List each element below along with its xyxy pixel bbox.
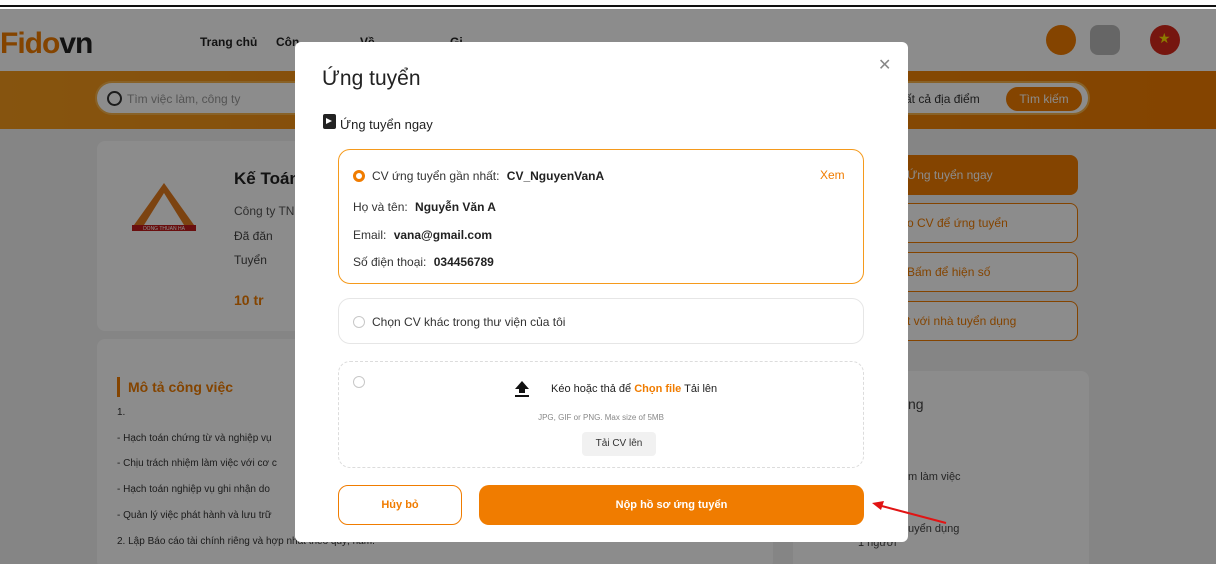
submit-application-button[interactable]: Nộp hồ sơ ứng tuyển xyxy=(479,485,864,525)
upload-note: JPG, GIF or PNG. Max size of 5MB xyxy=(538,413,664,422)
upload-cv-button[interactable]: Tải CV lên xyxy=(582,432,656,456)
choose-file-link[interactable]: Chọn file xyxy=(634,383,681,395)
latest-cv-option[interactable]: CV ứng tuyển gần nhất: CV_NguyenVanA Xem… xyxy=(338,149,864,284)
latest-cv-label: CV ứng tuyển gần nhất: xyxy=(372,169,500,183)
phone-value: 034456789 xyxy=(433,255,494,269)
modal-subtitle: Ứng tuyển ngay xyxy=(340,117,433,132)
phone-label: Số điện thoại: xyxy=(353,255,427,269)
upload-text-part2: Tải lên xyxy=(684,383,718,395)
upload-text-part1: Kéo hoặc thả để xyxy=(551,383,632,395)
name-label: Họ và tên: xyxy=(353,200,408,214)
other-cv-label: Chọn CV khác trong thư viện của tôi xyxy=(372,315,566,329)
other-cv-option[interactable]: Chọn CV khác trong thư viện của tôi xyxy=(338,298,864,344)
email-value: vana@gmail.com xyxy=(393,228,493,242)
close-icon[interactable]: ✕ xyxy=(878,55,891,75)
upload-cv-radio[interactable] xyxy=(353,376,365,388)
apply-icon xyxy=(323,114,336,129)
top-border xyxy=(0,0,1216,7)
email-label: Email: xyxy=(353,228,387,242)
upload-cv-option[interactable]: Kéo hoặc thả để Chọn file Tải lên JPG, G… xyxy=(338,361,864,468)
latest-cv-name: CV_NguyenVanA xyxy=(506,169,605,183)
latest-cv-radio[interactable] xyxy=(353,170,365,182)
upload-icon xyxy=(515,381,529,397)
modal-title: Ứng tuyển xyxy=(322,67,421,90)
cancel-button[interactable]: Hủy bỏ xyxy=(338,485,462,525)
pointer-arrow-annotation xyxy=(872,501,947,524)
apply-modal: Ứng tuyển ✕ Ứng tuyển ngay CV ứng tuyển … xyxy=(295,42,908,542)
name-value: Nguyễn Văn A xyxy=(415,200,496,214)
view-cv-link[interactable]: Xem xyxy=(820,168,845,182)
upload-text: Kéo hoặc thả để Chọn file Tải lên xyxy=(551,383,717,395)
other-cv-radio[interactable] xyxy=(353,316,365,328)
